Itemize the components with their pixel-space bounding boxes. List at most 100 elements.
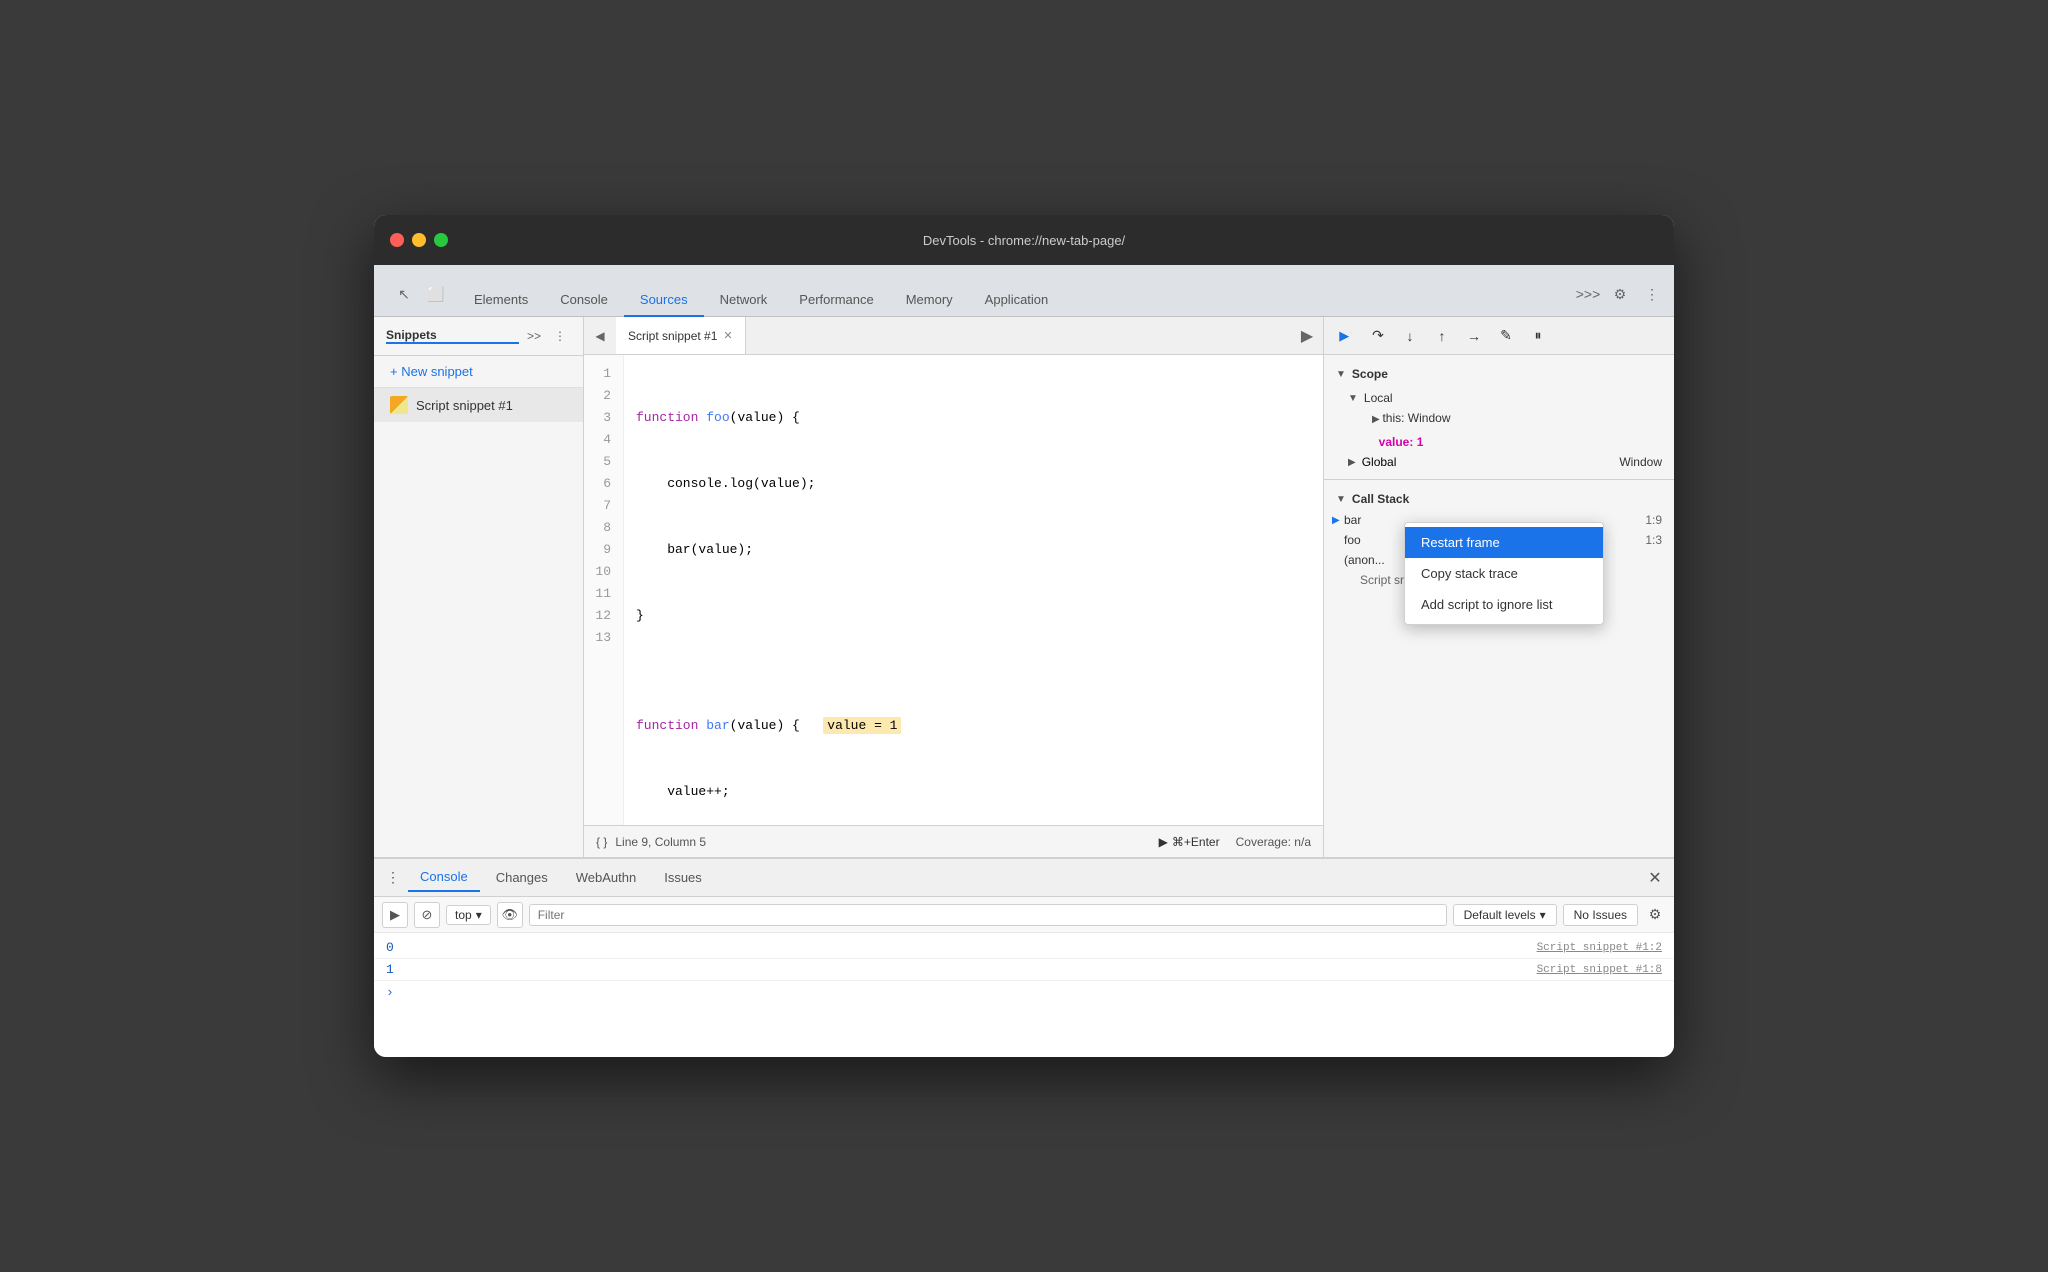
sidebar-more-icon[interactable]: >> [523, 325, 545, 347]
code-area[interactable]: 1234 5678 910111213 function foo(value) … [584, 355, 1323, 825]
filter-input[interactable] [529, 904, 1447, 926]
console-log-0-value: 0 [386, 940, 1537, 955]
console-output: 0 Script snippet #1:2 1 Script snippet #… [374, 933, 1674, 1057]
settings-icon[interactable]: ⚙ [1606, 280, 1634, 308]
context-selector[interactable]: top ▾ [446, 905, 491, 925]
no-issues-button[interactable]: No Issues [1563, 904, 1638, 926]
console-log-1-source[interactable]: Script snippet #1:8 [1537, 964, 1662, 976]
right-panel: ▶⏸ ↷ ↓ ↑ → ✎ ⏸ ▼ Scope [1324, 317, 1674, 857]
scope-local-header[interactable]: ▼ Local [1348, 389, 1662, 407]
console-settings-icon[interactable]: ⚙ [1644, 904, 1666, 926]
tab-icons-left: ↖ ⬜ [382, 280, 458, 316]
scope-this: this: Window [1382, 411, 1450, 425]
editor-tab-name: Script snippet #1 [628, 329, 717, 343]
console-block-icon[interactable]: ⊘ [414, 902, 440, 928]
traffic-lights [390, 233, 448, 247]
console-menu-icon[interactable]: ⋮ [382, 867, 404, 889]
minimize-button[interactable] [412, 233, 426, 247]
code-line-3: bar(value); [632, 539, 1315, 561]
sidebar-header: Snippets >> ⋮ [374, 317, 583, 356]
pointer-icon[interactable]: ↖ [390, 280, 418, 308]
line-numbers: 1234 5678 910111213 [584, 355, 624, 825]
more-tabs-icon[interactable]: >>> [1574, 280, 1602, 308]
tab-performance[interactable]: Performance [783, 284, 889, 317]
console-tab-issues[interactable]: Issues [652, 864, 714, 891]
scope-header[interactable]: ▼ Scope [1336, 363, 1662, 385]
cursor-position: Line 9, Column 5 [615, 835, 706, 849]
this-triangle-icon: ▶ [1372, 414, 1382, 425]
scope-local: ▼ Local ▶ this: Window value: 1 [1336, 389, 1662, 453]
run-shortcut: ⌘+Enter [1172, 835, 1220, 849]
tab-console[interactable]: Console [544, 284, 624, 317]
step-over-button[interactable]: ↷ [1364, 322, 1392, 350]
default-levels-button[interactable]: Default levels ▾ [1453, 904, 1557, 926]
window-title: DevTools - chrome://new-tab-page/ [923, 233, 1125, 248]
fullscreen-button[interactable] [434, 233, 448, 247]
scope-triangle-icon: ▼ [1336, 369, 1346, 380]
status-bar-right: ▶ ⌘+Enter Coverage: n/a [1159, 835, 1311, 849]
scope-title: Scope [1352, 367, 1388, 381]
context-menu-ignore-script[interactable]: Add script to ignore list [1405, 589, 1603, 620]
tab-application[interactable]: Application [969, 284, 1065, 317]
run-button[interactable]: ▶ ⌘+Enter [1159, 835, 1220, 849]
bottom-panel: ⋮ Console Changes WebAuthn Issues ✕ ▶ ⊘ … [374, 857, 1674, 1057]
context-menu-restart-frame[interactable]: Restart frame [1405, 527, 1603, 558]
callstack-header[interactable]: ▼ Call Stack [1336, 488, 1662, 510]
local-label: Local [1364, 391, 1393, 405]
editor-area: ◀ Script snippet #1 ✕ ▶ 1234 5678 910111… [584, 317, 1324, 857]
sidebar-menu-icon[interactable]: ⋮ [549, 325, 571, 347]
top-label: top [455, 908, 472, 922]
scope-value-item: value: 1 [1348, 431, 1662, 453]
context-menu-copy-stack[interactable]: Copy stack trace [1405, 558, 1603, 589]
tab-sources[interactable]: Sources [624, 284, 704, 317]
pause-exception-button[interactable]: ⏸ [1524, 322, 1552, 350]
new-snippet-button[interactable]: + New snippet [374, 356, 583, 388]
eye-icon[interactable]: 👁 [497, 902, 523, 928]
callstack-frame-foo-loc: 1:3 [1645, 533, 1662, 547]
console-run-icon[interactable]: ▶ [382, 902, 408, 928]
console-log-0-source[interactable]: Script snippet #1:2 [1537, 942, 1662, 954]
scope-global: ▶ Global Window [1336, 453, 1662, 471]
body-area: Snippets >> ⋮ + New snippet Script snipp… [374, 317, 1674, 1057]
context-menu: Restart frame Copy stack trace Add scrip… [1404, 522, 1604, 625]
editor-tab-snippet[interactable]: Script snippet #1 ✕ [616, 317, 746, 354]
debugger-toolbar: ▶⏸ ↷ ↓ ↑ → ✎ ⏸ [1324, 317, 1674, 355]
sidebar-header-icons: >> ⋮ [523, 325, 571, 347]
sidebar-title: Snippets [386, 328, 519, 344]
device-icon[interactable]: ⬜ [422, 280, 450, 308]
close-button[interactable] [390, 233, 404, 247]
editor-run-icon[interactable]: ▶ [1291, 317, 1323, 354]
console-log-1-value: 1 [386, 962, 1537, 977]
editor-tabs: ◀ Script snippet #1 ✕ ▶ [584, 317, 1323, 355]
console-tabs: ⋮ Console Changes WebAuthn Issues ✕ [374, 859, 1674, 897]
step-button[interactable]: → [1460, 322, 1488, 350]
customize-icon[interactable]: ⋮ [1638, 280, 1666, 308]
console-log-0: 0 Script snippet #1:2 [374, 937, 1674, 959]
status-bar: { } Line 9, Column 5 ▶ ⌘+Enter Coverage:… [584, 825, 1323, 857]
global-triangle-icon: ▶ [1348, 457, 1356, 468]
editor-nav-left-icon[interactable]: ◀ [584, 317, 616, 354]
status-bar-left: { } Line 9, Column 5 [596, 835, 706, 849]
code-content[interactable]: function foo(value) { console.log(value)… [624, 355, 1323, 825]
console-tab-changes[interactable]: Changes [484, 864, 560, 891]
editor-tab-close-icon[interactable]: ✕ [723, 329, 732, 342]
sidebar: Snippets >> ⋮ + New snippet Script snipp… [374, 317, 584, 857]
callstack-frame-bar-loc: 1:9 [1645, 513, 1662, 527]
snippet-icon [390, 396, 408, 414]
step-into-button[interactable]: ↓ [1396, 322, 1424, 350]
resume-button[interactable]: ▶⏸ [1332, 322, 1360, 350]
tab-memory[interactable]: Memory [890, 284, 969, 317]
snippet-item[interactable]: Script snippet #1 [374, 388, 583, 422]
tab-elements[interactable]: Elements [458, 284, 544, 317]
console-tab-webauthn[interactable]: WebAuthn [564, 864, 648, 891]
console-close-button[interactable]: ✕ [1644, 867, 1666, 889]
local-triangle-icon: ▼ [1348, 393, 1358, 404]
console-tab-console[interactable]: Console [408, 863, 480, 892]
tab-network[interactable]: Network [704, 284, 784, 317]
console-log-1: 1 Script snippet #1:8 [374, 959, 1674, 981]
format-icon[interactable]: { } [596, 835, 607, 849]
step-out-button[interactable]: ↑ [1428, 322, 1456, 350]
coverage-label: Coverage: n/a [1236, 835, 1311, 849]
deactivate-button[interactable]: ✎ [1492, 322, 1520, 350]
console-prompt[interactable]: › [374, 981, 1674, 1004]
